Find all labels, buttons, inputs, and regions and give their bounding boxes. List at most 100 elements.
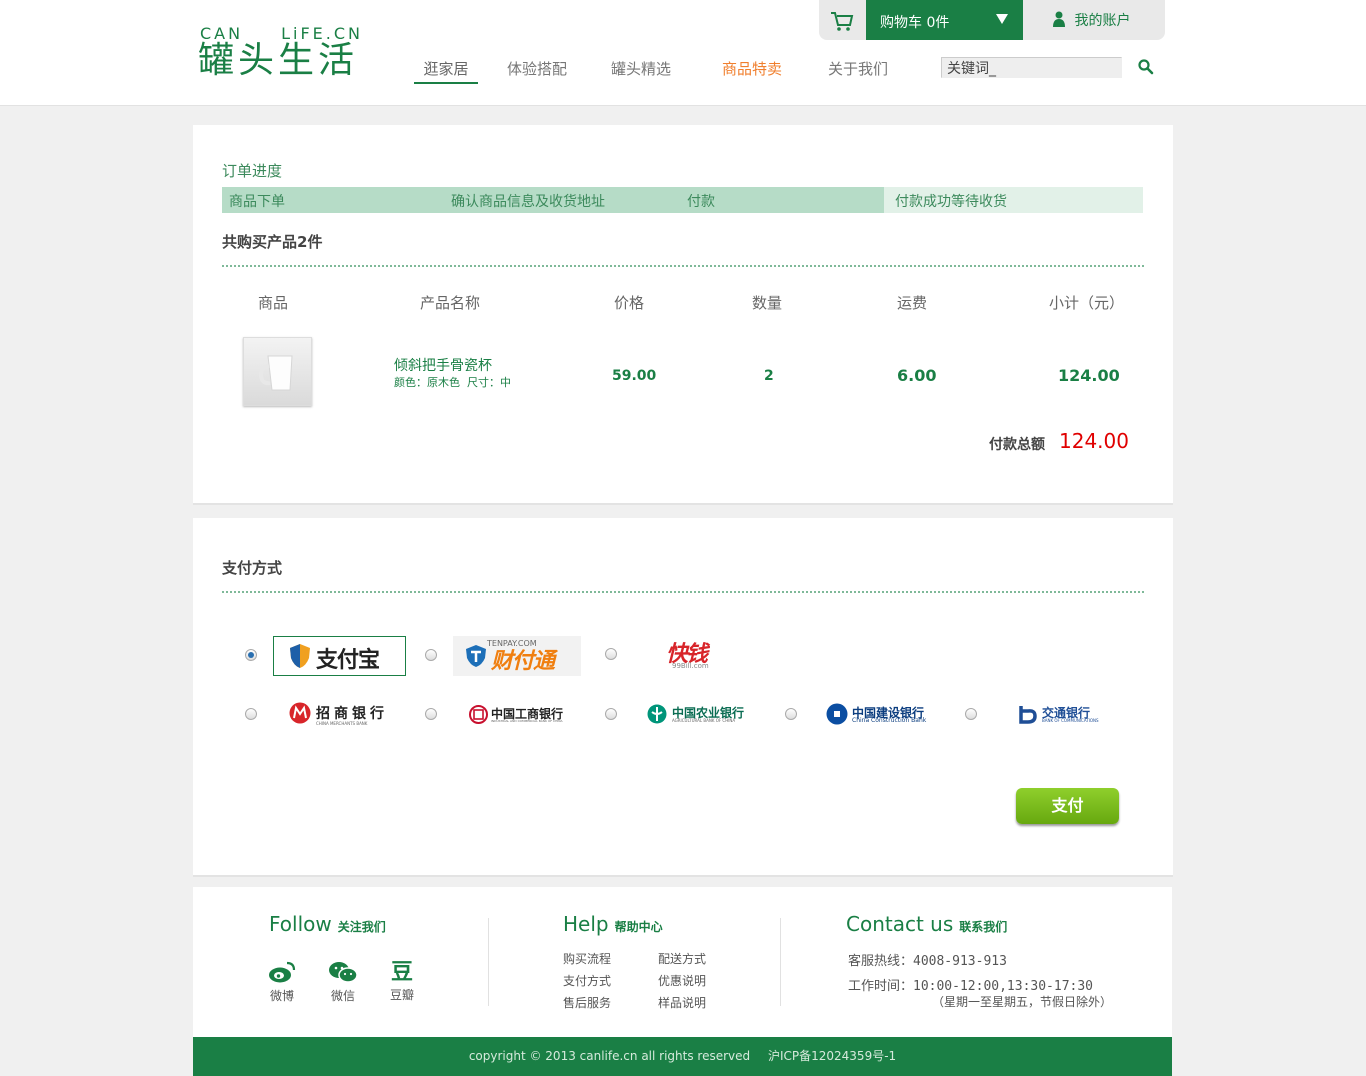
user-icon bbox=[1053, 11, 1065, 27]
help-link[interactable]: 优惠说明 bbox=[658, 972, 706, 989]
column-header: 数量 bbox=[752, 294, 783, 312]
progress-step: 付款 bbox=[687, 194, 715, 210]
weibo-label: 微博 bbox=[269, 989, 294, 1003]
contact-heading: Contact us 联系我们 bbox=[846, 912, 1007, 936]
contact-hours: 工作时间：10:00-12:00,13:30-17:30 bbox=[848, 979, 1094, 994]
help-link[interactable]: 支付方式 bbox=[563, 972, 611, 989]
copyright-bar: copyright © 2013 canlife.cn all rights r… bbox=[193, 1037, 1172, 1076]
weibo-link[interactable]: 微博 bbox=[262, 960, 302, 1004]
radio-icbc[interactable] bbox=[425, 708, 437, 720]
icp-text[interactable]: 沪ICP备12024359号-1 bbox=[768, 1049, 896, 1063]
divider bbox=[222, 265, 1144, 267]
item-count: 共购买产品2件 bbox=[222, 233, 323, 251]
cmb-label: 招商银行 bbox=[316, 706, 388, 722]
cmb-logo-icon bbox=[289, 702, 311, 724]
help-link[interactable]: 购买流程 bbox=[563, 950, 611, 967]
column-header: 价格 bbox=[614, 294, 645, 312]
99bill-option[interactable]: 快钱 99Bill.com bbox=[666, 636, 736, 676]
help-subtitle: 帮助中心 bbox=[614, 920, 663, 934]
footer-divider bbox=[780, 918, 781, 1006]
icbc-logo-icon bbox=[469, 705, 488, 724]
site-header: CAN LiFE.CN 罐头生活 逛家居 体验搭配 罐头精选 商品特卖 关于我们 … bbox=[0, 0, 1366, 106]
search-input[interactable] bbox=[941, 57, 1122, 78]
abc-sub: AGRICULTURAL BANK OF CHINA bbox=[672, 718, 736, 723]
alipay-label: 支付宝 bbox=[316, 648, 380, 673]
abc-logo-icon bbox=[647, 704, 667, 724]
copyright-text: copyright © 2013 canlife.cn all rights r… bbox=[468, 1049, 751, 1063]
product-name[interactable]: 倾斜把手骨瓷杯 bbox=[394, 355, 492, 375]
99bill-sub: 99Bill.com bbox=[672, 662, 709, 670]
column-header: 运费 bbox=[897, 294, 928, 312]
contact-subtitle: 联系我们 bbox=[959, 920, 1008, 934]
radio-abc[interactable] bbox=[605, 708, 617, 720]
tenpay-label: 财付通 bbox=[491, 649, 555, 674]
radio-tenpay[interactable] bbox=[425, 649, 437, 661]
douban-icon: 豆 bbox=[390, 960, 413, 985]
column-header: 商品 bbox=[258, 294, 289, 312]
quantity-cell: 2 bbox=[764, 368, 774, 384]
shipping-cell: 6.00 bbox=[897, 366, 937, 385]
help-link[interactable]: 样品说明 bbox=[658, 994, 706, 1011]
account-label: 我的账户 bbox=[1074, 13, 1131, 29]
douban-link[interactable]: 豆 豆瓣 bbox=[382, 960, 422, 1003]
cmb-sub: CHINA MERCHANTS BANK bbox=[316, 721, 368, 726]
column-header: 产品名称 bbox=[420, 294, 481, 312]
tenpay-shield-icon bbox=[466, 645, 486, 667]
radio-alipay[interactable] bbox=[245, 649, 257, 661]
payment-title: 支付方式 bbox=[222, 559, 283, 577]
help-link[interactable]: 配送方式 bbox=[658, 950, 706, 967]
bocom-sub: BANK OF COMMUNICATIONS bbox=[1042, 718, 1099, 723]
radio-bocom[interactable] bbox=[965, 708, 977, 720]
help-heading: Help 帮助中心 bbox=[563, 912, 663, 936]
progress-title: 订单进度 bbox=[222, 162, 283, 180]
price-cell: 59.00 bbox=[612, 368, 657, 384]
help-title: Help bbox=[563, 912, 609, 936]
weibo-icon bbox=[269, 961, 296, 983]
progress-step: 付款成功等待收货 bbox=[895, 194, 1007, 210]
cart-icon[interactable] bbox=[829, 9, 855, 33]
account-link[interactable]: 我的账户 bbox=[1052, 10, 1130, 30]
contact-hotline: 客服热线：4008-913-913 bbox=[848, 954, 1007, 969]
wechat-link[interactable]: 微信 bbox=[323, 960, 363, 1004]
ccb-sub: China Construction Bank bbox=[852, 717, 927, 724]
icbc-sub: INDUSTRIAL AND COMMERCIAL BANK OF CHINA bbox=[491, 719, 563, 723]
alipay-option[interactable]: 支付宝 bbox=[273, 636, 406, 676]
footer-divider bbox=[488, 918, 489, 1006]
nav-about[interactable]: 关于我们 bbox=[828, 58, 888, 84]
contact-title: Contact us bbox=[846, 912, 954, 936]
contact-hours-note: （星期一至星期五，节假日除外） bbox=[932, 995, 1113, 1009]
progress-step: 商品下单 bbox=[229, 194, 285, 210]
pay-button[interactable]: 支付 bbox=[1016, 788, 1119, 824]
ccb-logo-icon bbox=[826, 703, 848, 725]
tenpay-option[interactable]: TENPAY.COM 财付通 bbox=[453, 636, 581, 676]
radio-ccb[interactable] bbox=[785, 708, 797, 720]
follow-subtitle: 关注我们 bbox=[337, 920, 386, 934]
douban-label: 豆瓣 bbox=[389, 988, 414, 1002]
wechat-label: 微信 bbox=[330, 989, 355, 1003]
radio-cmb[interactable] bbox=[245, 708, 257, 720]
divider bbox=[222, 591, 1144, 593]
total-value: 124.00 bbox=[1059, 429, 1129, 453]
search-icon[interactable] bbox=[1137, 58, 1155, 76]
chevron-down-icon[interactable] bbox=[996, 14, 1008, 24]
mug-icon bbox=[258, 355, 293, 391]
wechat-icon bbox=[329, 962, 358, 983]
alipay-shield-icon bbox=[290, 644, 310, 668]
nav-selection[interactable]: 罐头精选 bbox=[611, 58, 671, 84]
nav-sale[interactable]: 商品特卖 bbox=[722, 58, 782, 84]
bocom-logo-icon bbox=[1019, 706, 1037, 724]
follow-title: Follow bbox=[269, 912, 332, 936]
total-label: 付款总额 bbox=[989, 437, 1045, 453]
nav-experience[interactable]: 体验搭配 bbox=[507, 58, 567, 84]
logo[interactable]: 罐头生活 bbox=[198, 40, 358, 82]
progress-step: 确认商品信息及收货地址 bbox=[451, 194, 605, 210]
help-link[interactable]: 售后服务 bbox=[563, 994, 611, 1011]
column-header: 小计（元） bbox=[1049, 294, 1125, 312]
radio-99bill[interactable] bbox=[605, 648, 617, 660]
cart-label: 购物车 0件 bbox=[880, 15, 950, 31]
nav-home[interactable]: 逛家居 bbox=[414, 58, 478, 84]
product-image[interactable] bbox=[243, 337, 312, 406]
subtotal-cell: 124.00 bbox=[1058, 366, 1120, 385]
follow-heading: Follow 关注我们 bbox=[269, 912, 386, 936]
product-attrs: 颜色：原木色 尺寸：中 bbox=[394, 376, 511, 389]
